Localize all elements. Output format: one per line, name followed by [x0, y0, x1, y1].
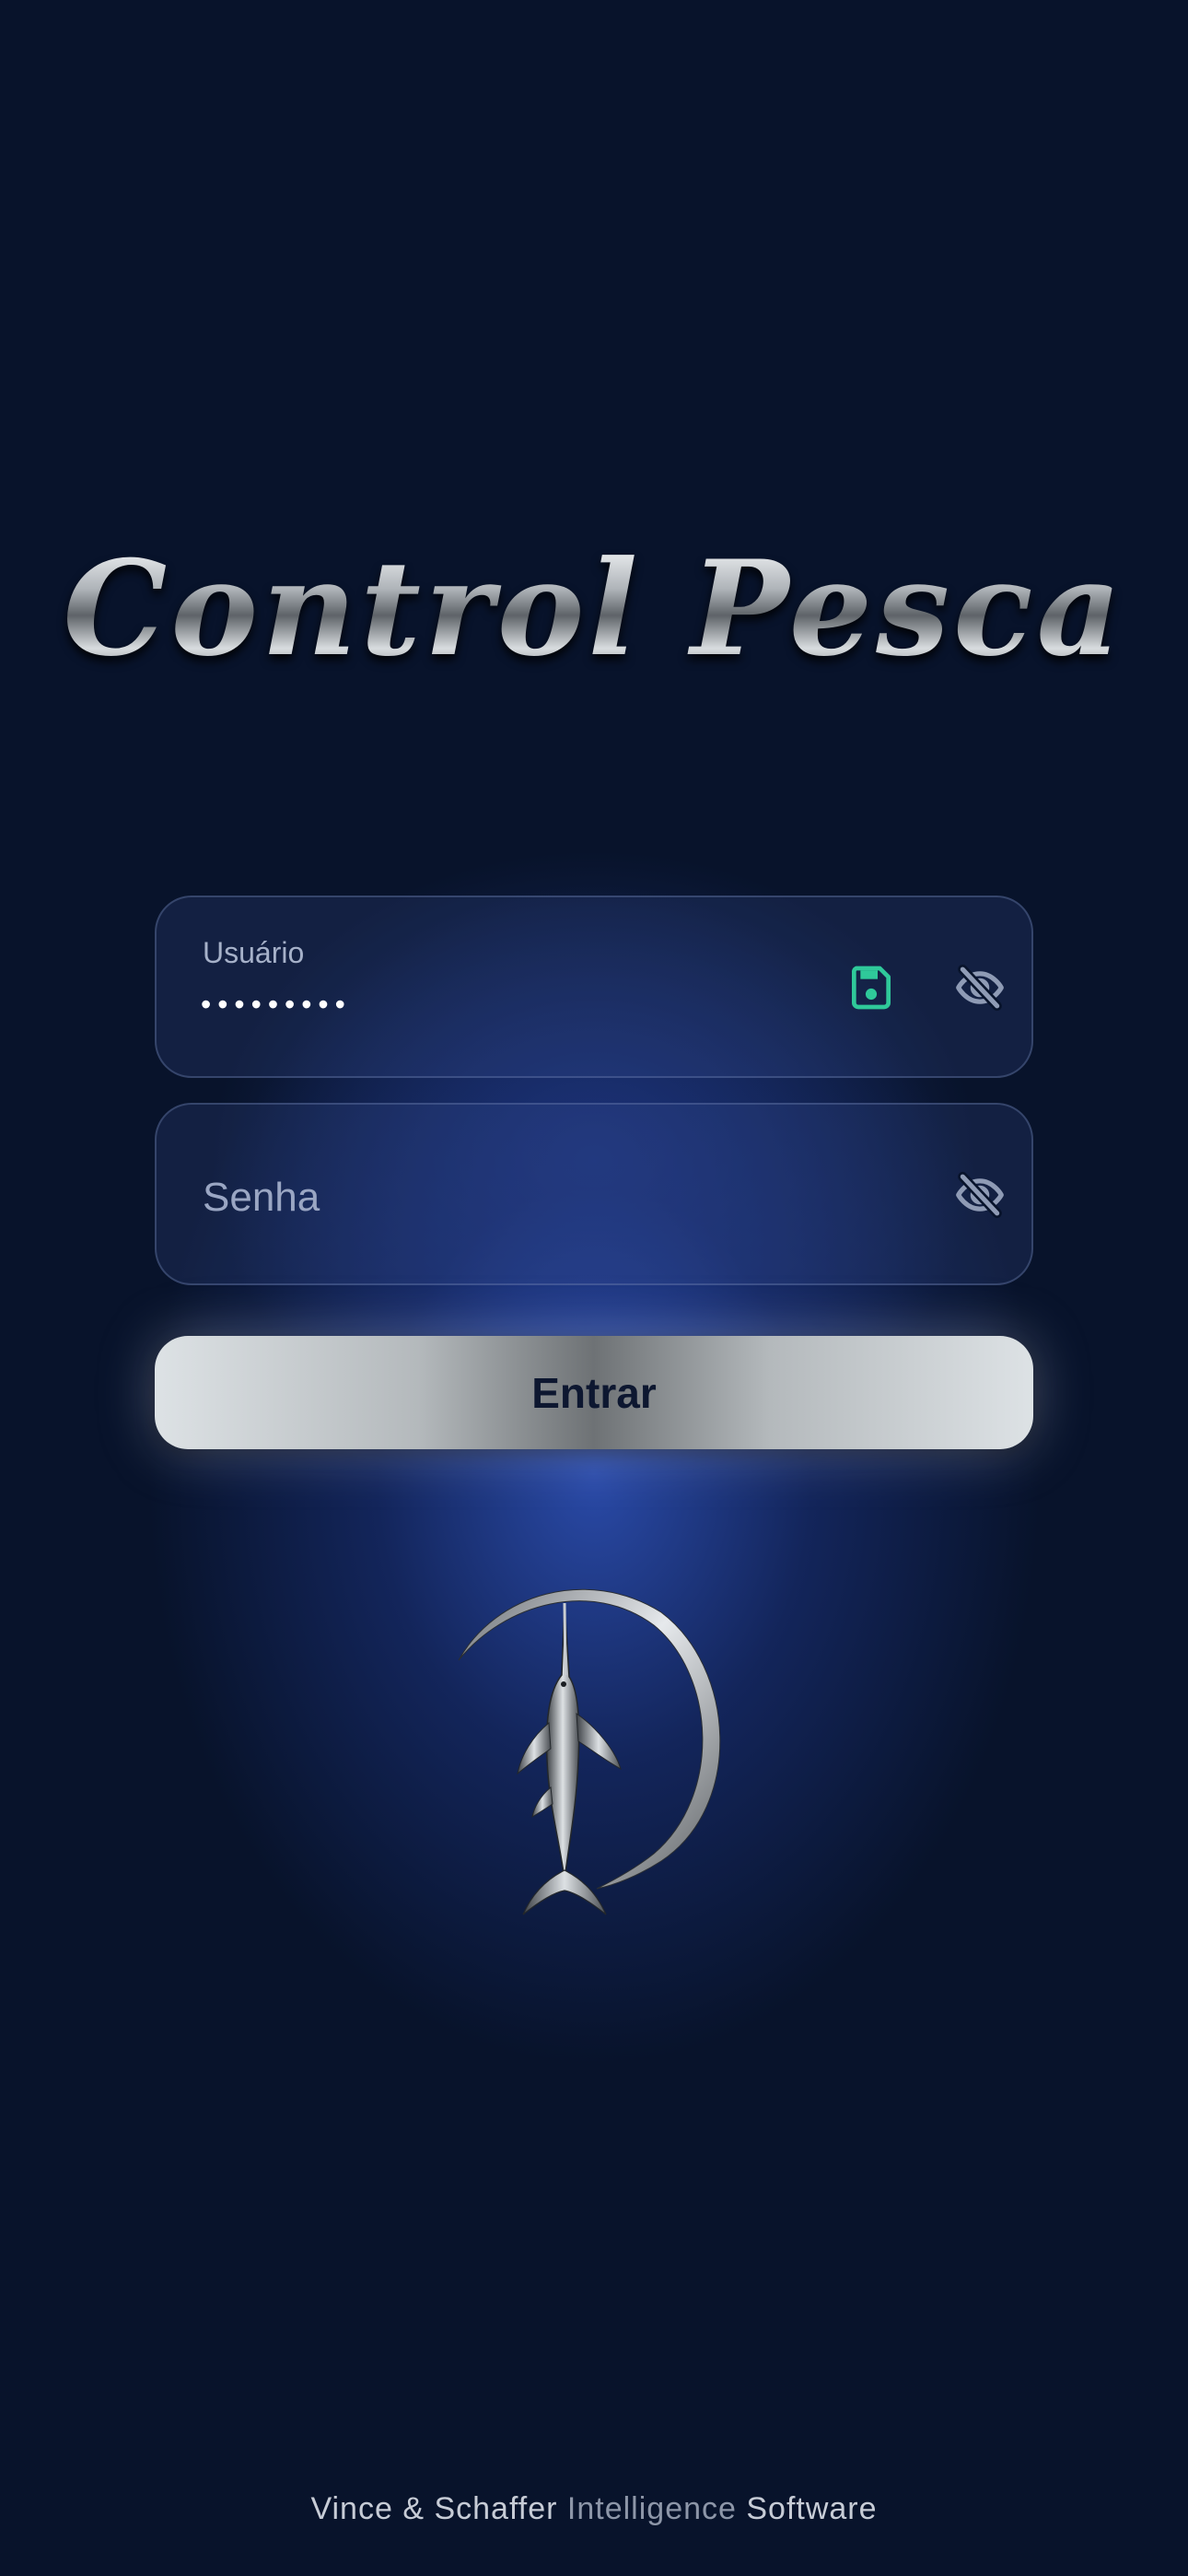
- footer-text-1: Vince & Schaffer: [310, 2491, 567, 2526]
- username-field[interactable]: Usuário •••••••••: [155, 896, 1033, 1078]
- app-title: Control Pesca: [0, 544, 1188, 674]
- footer-text-2: Intelligence: [566, 2491, 737, 2526]
- username-value[interactable]: •••••••••: [201, 988, 352, 1022]
- login-button[interactable]: Entrar: [155, 1336, 1033, 1449]
- save-icon[interactable]: [845, 962, 897, 1013]
- password-placeholder: Senha: [203, 1175, 320, 1220]
- eye-off-icon[interactable]: [954, 962, 1006, 1013]
- footer-credit: Vince & Schaffer Intelligence Software: [0, 2491, 1188, 2527]
- password-field[interactable]: Senha: [155, 1103, 1033, 1285]
- footer-text-3: Software: [736, 2491, 878, 2526]
- eye-off-icon[interactable]: [954, 1169, 1006, 1221]
- marlin-logo: [458, 1588, 721, 1915]
- username-label: Usuário: [203, 936, 305, 969]
